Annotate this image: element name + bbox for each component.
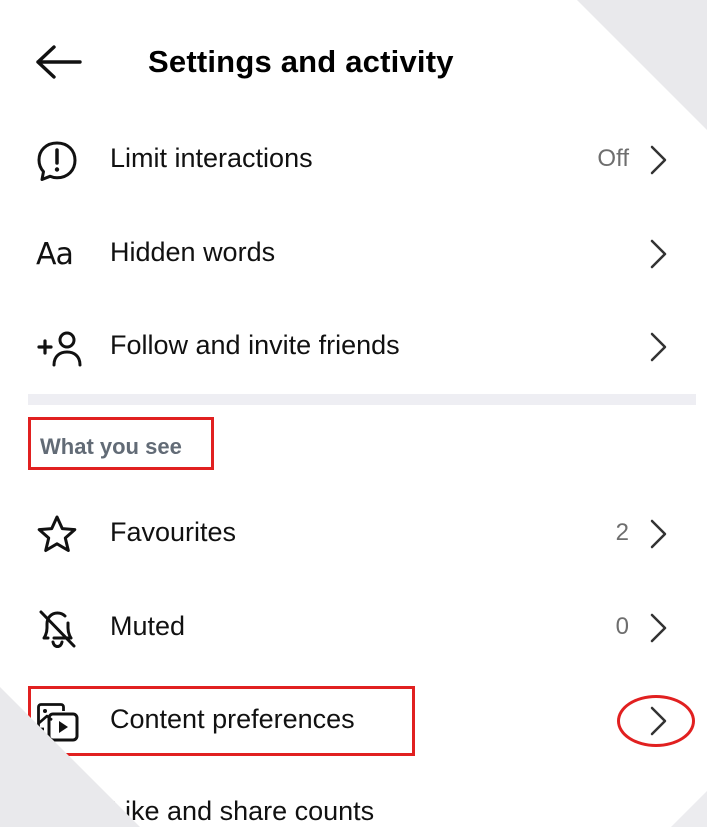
item-label: Muted [110,611,186,641]
muted-item[interactable]: Muted 0 [0,592,707,664]
item-value: Off [597,145,629,172]
page-corner-fold [671,791,707,827]
favourites-item[interactable]: Favourites 2 [0,498,707,570]
arrow-left-icon [36,45,82,79]
screenshot-frame: Settings and activity Limit interactions… [0,0,707,827]
star-icon [36,514,88,556]
item-label: Follow and invite friends [110,330,400,360]
follow-invite-item[interactable]: Follow and invite friends [0,311,707,383]
hidden-words-icon: Aa [36,237,74,272]
bell-off-icon [36,608,88,650]
item-value: 0 [615,613,629,640]
item-value: 2 [615,519,629,546]
item-label: Content preferences [110,704,355,734]
hidden-words-item[interactable]: Aa Hidden words [0,218,707,290]
section-divider [28,394,696,405]
chevron-right-icon [649,518,669,550]
like-share-counts-item[interactable]: Like and share counts [110,796,374,827]
page-title: Settings and activity [148,44,454,79]
chevron-right-icon [649,238,669,270]
page-corner-fold [577,0,707,130]
add-person-icon [36,327,88,369]
chevron-right-icon [649,331,669,363]
back-button[interactable] [34,42,88,82]
item-label: Limit interactions [110,143,313,173]
item-label: Hidden words [110,237,276,267]
limit-interactions-item[interactable]: Limit interactions Off [0,124,707,196]
limit-interactions-icon [36,140,88,182]
chevron-right-icon [649,705,669,737]
chevron-right-icon [649,144,669,176]
chevron-right-icon [649,612,669,644]
page-corner-fold [0,687,140,827]
item-label: Favourites [110,517,237,547]
section-title: What you see [40,434,182,459]
